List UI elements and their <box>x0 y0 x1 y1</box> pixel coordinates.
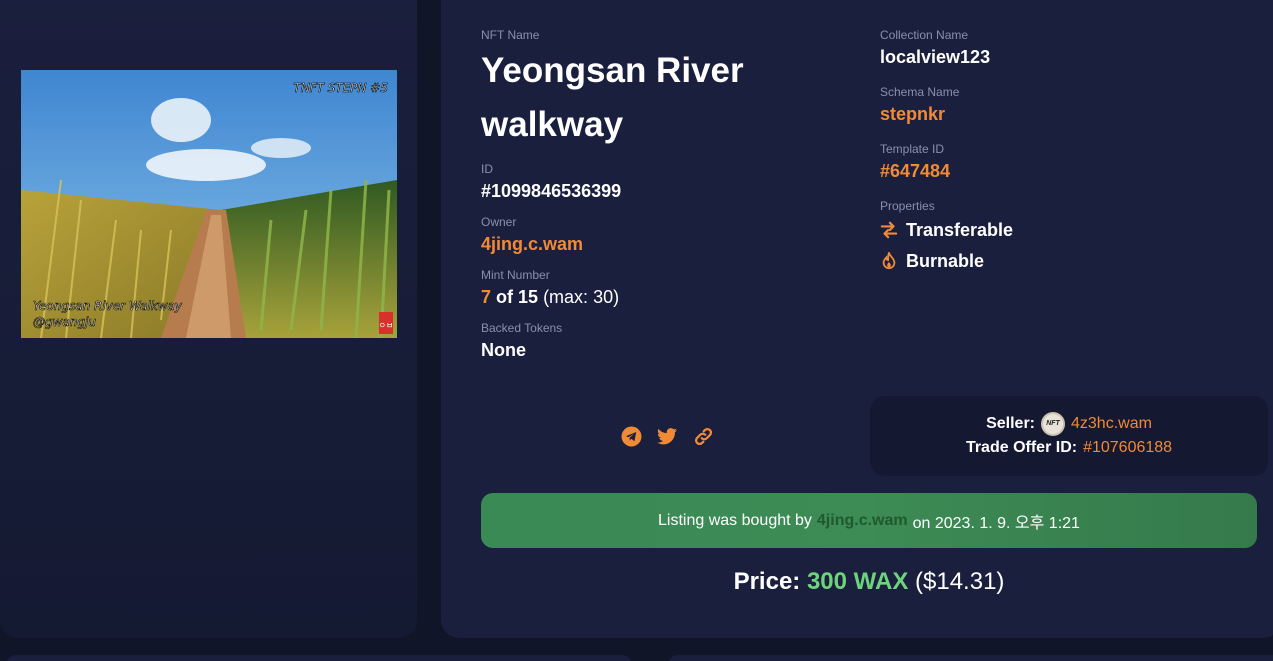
sale-status-banner: Listing was bought by 4jing.c.wam on 202… <box>481 493 1257 548</box>
transfer-icon <box>880 221 898 239</box>
sale-status-prefix: Listing was bought by <box>658 511 812 529</box>
share-icons <box>620 425 714 447</box>
properties-field: Properties Transferable Burnable <box>880 199 1013 272</box>
seller-link[interactable]: 4z3hc.wam <box>1071 412 1152 436</box>
nft-image[interactable]: TNFT STEPN #5 Yeongsan River Walkway @gw… <box>21 70 397 338</box>
schema-label: Schema Name <box>880 85 960 99</box>
image-stamp: ㅇㅂ <box>379 321 394 330</box>
nft-artwork: TNFT STEPN #5 Yeongsan River Walkway @gw… <box>21 70 397 338</box>
nft-name-label: NFT Name <box>481 28 540 42</box>
image-caption-bottom: Yeongsan River Walkway <box>33 299 183 313</box>
owner-link[interactable]: 4jing.c.wam <box>481 233 583 255</box>
schema-link[interactable]: stepnkr <box>880 103 959 125</box>
schema-field: Schema Name stepnkr <box>880 85 959 125</box>
nft-id-label: ID <box>481 162 493 176</box>
telegram-icon[interactable] <box>620 425 642 447</box>
price-usd: ($14.31) <box>915 568 1005 595</box>
template-label: Template ID <box>880 142 945 156</box>
price-amount: 300 WAX <box>806 568 909 595</box>
backed-tokens-field: Backed Tokens None <box>481 321 562 361</box>
link-icon[interactable] <box>692 425 714 447</box>
next-card-left <box>6 655 632 661</box>
property-transferable: Transferable <box>880 219 1013 241</box>
price-label: Price: <box>733 568 801 595</box>
backed-tokens: None <box>481 340 526 360</box>
nft-image-card: TNFT STEPN #5 Yeongsan River Walkway @gw… <box>0 0 417 638</box>
mint-number: 7 <box>481 287 492 307</box>
trade-offer-label: Trade Offer ID: <box>965 439 1078 456</box>
seller-row: Seller: NFT 4z3hc.wam <box>986 412 1152 436</box>
template-field: Template ID #647484 <box>880 142 950 182</box>
price-line: Price: 300 WAX ($14.31) <box>481 567 1257 597</box>
trade-offer-row: Trade Offer ID: #107606188 <box>966 436 1172 460</box>
mint-number-label: Mint Number <box>481 268 550 282</box>
nft-id: #1099846536399 <box>481 181 622 201</box>
mint-supply: of 15 <box>496 287 539 307</box>
twitter-icon[interactable] <box>656 425 678 447</box>
property-burnable: Burnable <box>880 250 1013 272</box>
owner-field: Owner 4jing.c.wam <box>481 215 583 255</box>
nft-name-field: NFT Name Yeongsan River walkway <box>481 28 841 152</box>
fire-icon <box>882 252 896 270</box>
owner-label: Owner <box>481 215 517 229</box>
seller-label: Seller: <box>986 415 1035 432</box>
mint-max: (max: 30) <box>543 287 620 307</box>
property-burnable-label: Burnable <box>906 251 985 271</box>
trade-offer-link[interactable]: #107606188 <box>1083 436 1172 460</box>
collection-field: Collection Name localview123 <box>880 28 990 68</box>
backed-tokens-label: Backed Tokens <box>481 321 563 335</box>
template-link[interactable]: #647484 <box>880 160 950 182</box>
seller-avatar: NFT <box>1041 412 1065 436</box>
mint-number-field: Mint Number 7 of 15 (max: 30) <box>481 268 619 308</box>
image-handle: @gwangju <box>33 315 96 329</box>
buyer-link[interactable]: 4jing.c.wam <box>817 512 908 530</box>
property-transferable-label: Transferable <box>906 220 1014 240</box>
nft-name: Yeongsan River walkway <box>481 51 744 144</box>
properties-label: Properties <box>880 199 935 213</box>
nft-listing-page: TNFT STEPN #5 Yeongsan River Walkway @gw… <box>0 0 1273 661</box>
sale-status-suffix: on 2023. 1. 9. 오후 1:21 <box>912 514 1080 532</box>
next-card-right <box>668 655 1273 661</box>
image-caption-top: TNFT STEPN #5 <box>293 81 388 95</box>
collection-label: Collection Name <box>880 28 969 42</box>
collection-link[interactable]: localview123 <box>880 46 990 68</box>
seller-info-box: Seller: NFT 4z3hc.wam Trade Offer ID: #1… <box>870 396 1268 476</box>
nft-id-field: ID #1099846536399 <box>481 162 621 202</box>
